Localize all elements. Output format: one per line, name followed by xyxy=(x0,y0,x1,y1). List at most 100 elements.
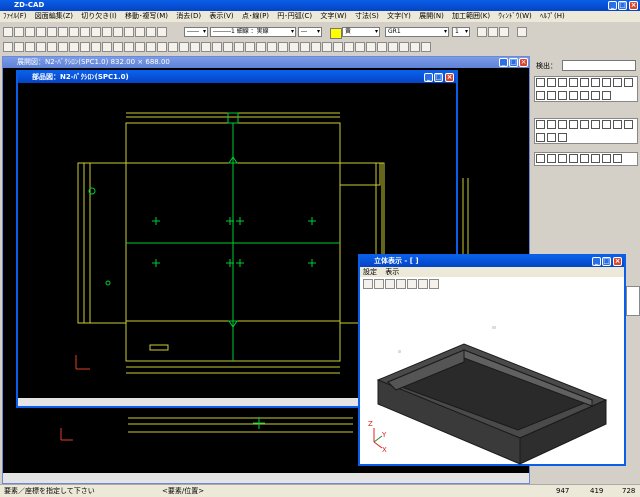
rectangle-icon[interactable] xyxy=(179,42,189,52)
close-button[interactable]: × xyxy=(629,1,638,10)
cut-icon[interactable] xyxy=(69,27,79,37)
undo-icon[interactable] xyxy=(102,27,112,37)
zoom-window-icon[interactable] xyxy=(36,42,46,52)
notch-icon[interactable] xyxy=(234,42,244,52)
wave-icon[interactable] xyxy=(591,154,600,163)
arrow-down-icon[interactable] xyxy=(135,27,145,37)
notch-slot-icon[interactable] xyxy=(624,120,633,129)
print-icon[interactable] xyxy=(47,27,57,37)
shape-key-icon[interactable] xyxy=(602,78,611,87)
layer-up-icon[interactable] xyxy=(146,27,156,37)
shape-octagon-icon[interactable] xyxy=(591,78,600,87)
hem-icon[interactable] xyxy=(278,42,288,52)
menu-help[interactable]: ﾍﾙﾌﾟ(H) xyxy=(537,11,568,22)
measure-icon[interactable] xyxy=(91,42,101,52)
part-minimize-button[interactable]: _ xyxy=(424,73,433,82)
notch-box2-icon[interactable] xyxy=(558,133,567,142)
line-icon[interactable] xyxy=(124,42,134,52)
shape-oblong-icon[interactable] xyxy=(558,78,567,87)
shape-square-icon[interactable] xyxy=(580,78,589,87)
offset-icon[interactable] xyxy=(311,42,321,52)
line-style-select[interactable]: ―――1 細線 ：実線 xyxy=(210,27,296,37)
view3d-shade-icon[interactable] xyxy=(418,279,428,289)
shape-grid2-icon[interactable] xyxy=(602,91,611,100)
paste-icon[interactable] xyxy=(91,27,101,37)
shape-hex-icon[interactable] xyxy=(569,78,578,87)
maximize-button[interactable]: □ xyxy=(618,1,627,10)
menu-view[interactable]: 表示(V) xyxy=(206,11,236,22)
copy-icon[interactable] xyxy=(80,27,90,37)
shape-circle-icon[interactable] xyxy=(536,78,545,87)
scale-icon[interactable] xyxy=(399,42,409,52)
develop-close-button[interactable]: × xyxy=(519,58,528,67)
fillet-icon[interactable] xyxy=(212,42,222,52)
part-close-button[interactable]: × xyxy=(445,73,454,82)
shape-grid-icon[interactable] xyxy=(591,91,600,100)
open-file-icon[interactable] xyxy=(14,27,24,37)
view3d-maximize-button[interactable]: □ xyxy=(602,257,611,266)
horizontal-line-icon[interactable] xyxy=(157,42,167,52)
menu-circle-arc[interactable]: 円･円弧(C) xyxy=(274,11,315,22)
menu-file[interactable]: ﾌｧｲﾙ(F) xyxy=(0,11,30,22)
menu-notch[interactable]: 切り欠き(I) xyxy=(78,11,120,22)
dimension-angle-icon[interactable] xyxy=(355,42,365,52)
view3d-zoom-in-icon[interactable] xyxy=(385,279,395,289)
bend-down-icon[interactable] xyxy=(267,42,277,52)
polyline-icon[interactable] xyxy=(135,42,145,52)
help-icon[interactable] xyxy=(517,27,527,37)
part-maximize-button[interactable]: □ xyxy=(434,73,443,82)
pan-icon[interactable] xyxy=(69,42,79,52)
view3d-canvas[interactable]: Z Y X xyxy=(360,292,624,466)
shape-box-icon[interactable] xyxy=(569,91,578,100)
property-icon[interactable] xyxy=(102,42,112,52)
print-preview-icon[interactable] xyxy=(58,27,68,37)
zoom-all-icon[interactable] xyxy=(47,42,57,52)
notch-r-icon[interactable] xyxy=(591,120,600,129)
save-as-icon[interactable] xyxy=(36,27,46,37)
burr-icon[interactable] xyxy=(558,154,567,163)
line-type-select[interactable]: ―― xyxy=(184,27,208,37)
shape-cross-icon[interactable] xyxy=(536,91,545,100)
circle-icon[interactable] xyxy=(190,42,200,52)
divide-icon[interactable] xyxy=(410,42,420,52)
array-icon[interactable] xyxy=(421,42,431,52)
color-select[interactable]: 黄 xyxy=(342,27,380,37)
minimize-button[interactable]: _ xyxy=(608,1,617,10)
shape-triangle-icon[interactable] xyxy=(558,91,567,100)
shape-diamond-icon[interactable] xyxy=(580,91,589,100)
angle-line-icon[interactable] xyxy=(168,42,178,52)
notch-l-icon[interactable] xyxy=(580,120,589,129)
bend-icon[interactable] xyxy=(245,42,255,52)
save-icon[interactable] xyxy=(25,27,35,37)
stamp-icon[interactable] xyxy=(580,154,589,163)
view3d-close-button[interactable]: × xyxy=(613,257,622,266)
view3d-zoom-out-icon[interactable] xyxy=(396,279,406,289)
move-icon[interactable] xyxy=(377,42,387,52)
rotate-icon[interactable] xyxy=(388,42,398,52)
notch-o-icon[interactable] xyxy=(613,120,622,129)
notch-t-icon[interactable] xyxy=(536,133,545,142)
menu-point-line[interactable]: 点･線(P) xyxy=(239,11,272,22)
view3d-minimize-button[interactable]: _ xyxy=(592,257,601,266)
view3d-print-icon[interactable] xyxy=(429,279,439,289)
view3d-menu-view[interactable]: 表示 xyxy=(382,267,402,277)
text-icon[interactable] xyxy=(333,42,343,52)
snap-icon[interactable] xyxy=(499,27,509,37)
hatch-icon[interactable] xyxy=(366,42,376,52)
layer-down-icon[interactable] xyxy=(157,27,167,37)
bend-up-icon[interactable] xyxy=(256,42,266,52)
arrow-up-icon[interactable] xyxy=(124,27,134,37)
menu-text[interactable]: 文字(W) xyxy=(317,11,349,22)
mirror-icon[interactable] xyxy=(322,42,332,52)
view3d-menu-settings[interactable]: 設定 xyxy=(360,267,380,277)
menu-text2[interactable]: 文字(Y) xyxy=(384,11,414,22)
menu-move-copy[interactable]: 移動･複写(M) xyxy=(122,11,171,22)
comb-icon[interactable] xyxy=(547,120,556,129)
menu-dimension[interactable]: 寸法(S) xyxy=(352,11,382,22)
view3d-fit-icon[interactable] xyxy=(363,279,373,289)
ruler-icon[interactable] xyxy=(613,154,622,163)
extend-icon[interactable] xyxy=(300,42,310,52)
menu-window[interactable]: ｳｨﾝﾄﾞｳ(W) xyxy=(495,11,534,22)
redraw-icon[interactable] xyxy=(58,42,68,52)
chamfer-icon[interactable] xyxy=(223,42,233,52)
